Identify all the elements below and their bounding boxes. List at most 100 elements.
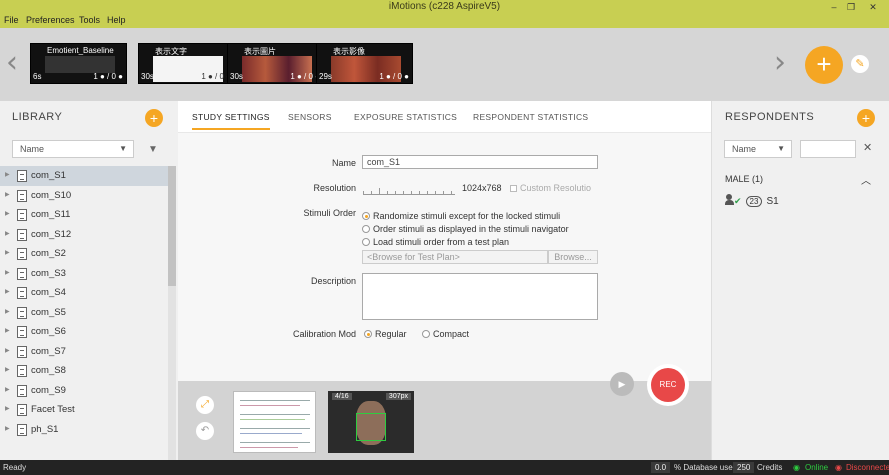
expand-arrow-icon[interactable]: ▶ [5, 191, 10, 198]
respondent-group-label[interactable]: MALE (1) [725, 174, 763, 184]
expand-arrow-icon[interactable]: ▶ [5, 425, 10, 432]
library-list: ▶ com_S1 ▶ com_S10 ▶ com_S11 ▶ com_S12 ▶ com_S2 ▶ c… [0, 166, 168, 439]
expand-icon[interactable]: ⤢ [196, 396, 214, 414]
expand-arrow-icon[interactable]: ▶ [5, 366, 10, 373]
order-randomize-radio[interactable]: Randomize stimuli except for the locked … [362, 211, 560, 221]
respondent-sort-select[interactable]: Name ▼ [724, 140, 792, 158]
study-document-icon [17, 248, 27, 260]
clear-search-icon[interactable]: ✕ [863, 141, 872, 154]
expand-arrow-icon[interactable]: ▶ [5, 386, 10, 393]
library-item[interactable]: ▶ com_S8 [0, 361, 168, 381]
library-item[interactable]: ▶ com_S4 [0, 283, 168, 303]
edit-pencil-icon[interactable]: ✎ [851, 55, 869, 73]
library-item[interactable]: ▶ com_S7 [0, 342, 168, 362]
library-item[interactable]: ▶ com_S5 [0, 303, 168, 323]
menu-preferences[interactable]: Preferences [26, 15, 75, 25]
expand-arrow-icon[interactable]: ▶ [5, 171, 10, 178]
radio-dot [364, 330, 372, 338]
restore-button[interactable]: ❐ [840, 0, 862, 14]
library-item-label: Facet Test [31, 404, 75, 415]
radio-dot [362, 212, 370, 220]
add-respondent-button[interactable]: + [857, 109, 875, 127]
resolution-slider[interactable] [363, 187, 455, 195]
expand-arrow-icon[interactable]: ▶ [5, 269, 10, 276]
tab-exposure-statistics[interactable]: EXPOSURE STATISTICS [354, 112, 457, 122]
undo-icon[interactable]: ↶ [196, 422, 214, 440]
expand-arrow-icon[interactable]: ▶ [5, 230, 10, 237]
filter-caret-icon[interactable]: ▼ [148, 144, 158, 155]
library-item[interactable]: ▶ com_S12 [0, 225, 168, 245]
name-input[interactable]: com_S1 [362, 155, 598, 169]
library-scrollbar[interactable] [168, 166, 176, 460]
stimulus-thumb[interactable]: 表示影像 29s 1 ● / 0 ● [316, 43, 413, 84]
library-item[interactable]: ▶ com_S6 [0, 322, 168, 342]
menu-tools[interactable]: Tools [79, 15, 100, 25]
stimulus-label: 表示圖片 [244, 47, 276, 56]
record-label: REC [651, 368, 685, 402]
description-label: Description [310, 276, 356, 286]
library-item[interactable]: ▶ ph_S1 [0, 420, 168, 440]
custom-resolution-checkbox[interactable]: Custom Resolutio [510, 183, 591, 193]
menu-help[interactable]: Help [107, 15, 126, 25]
record-button[interactable]: REC [647, 364, 689, 406]
menu-file[interactable]: File [4, 15, 19, 25]
library-item-label: com_S12 [31, 228, 72, 240]
stimulus-thumb[interactable]: 表示圖片 30s 1 ● / 0 ● [227, 43, 324, 84]
webcam-preview: 4/16 307px [328, 391, 414, 453]
study-document-icon [17, 189, 27, 202]
tab-study-settings[interactable]: STUDY SETTINGS [192, 112, 270, 130]
library-item-label: com_S1 [31, 170, 66, 181]
window-title: iMotions (c228 AspireV5) [388, 1, 501, 12]
library-item[interactable]: ▶ com_S2 [0, 244, 168, 264]
stimulus-duration: 30s [230, 72, 243, 81]
description-textarea[interactable] [362, 273, 598, 320]
close-button[interactable]: ✕ [862, 0, 884, 14]
scroll-right-icon[interactable]: › [774, 48, 786, 78]
status-text: Ready [3, 463, 27, 472]
library-item[interactable]: ▶ com_S1 [0, 166, 168, 186]
order-test-plan-radio[interactable]: Load stimuli order from a test plan [362, 237, 509, 247]
library-item[interactable]: ▶ com_S3 [0, 264, 168, 284]
library-item[interactable]: ▶ Facet Test [0, 400, 168, 420]
add-stimulus-button[interactable]: + [805, 46, 843, 84]
library-sort-select[interactable]: Name ▼ [12, 140, 134, 158]
play-icon[interactable]: ▶ [610, 372, 634, 396]
calibration-regular-radio[interactable]: Regular [364, 329, 407, 339]
stimulus-thumb[interactable]: Emotient_Baseline 6s 1 ● / 0 ● [30, 43, 127, 84]
expand-arrow-icon[interactable]: ▶ [5, 210, 10, 217]
disconnected-status: Disconnected [846, 463, 889, 472]
browse-button[interactable]: Browse... [548, 250, 598, 264]
stimulus-label: Emotient_Baseline [47, 46, 114, 55]
study-document-icon [17, 404, 27, 416]
library-item[interactable]: ▶ com_S9 [0, 381, 168, 401]
library-item[interactable]: ▶ com_S11 [0, 205, 168, 225]
tab-bar: STUDY SETTINGS SENSORS EXPOSURE STATISTI… [178, 101, 711, 133]
expand-arrow-icon[interactable]: ▶ [5, 249, 10, 256]
scroll-left-icon[interactable]: ‹ [6, 48, 18, 78]
camera-counter: 4/16 [332, 393, 352, 400]
chevron-up-icon[interactable]: ︿ [861, 172, 871, 187]
respondents-panel: RESPONDENTS + Name ▼ ✕ MALE (1) ︿ ✔ 23 S1 [711, 101, 889, 460]
test-plan-path-input[interactable]: <Browse for Test Plan> [362, 250, 548, 264]
expand-arrow-icon[interactable]: ▶ [5, 405, 10, 412]
respondent-age-badge: 23 [745, 196, 763, 207]
scrollbar-thumb[interactable] [168, 166, 176, 286]
expand-arrow-icon[interactable]: ▶ [5, 347, 10, 354]
study-panel: STUDY SETTINGS SENSORS EXPOSURE STATISTI… [178, 101, 711, 460]
expand-arrow-icon[interactable]: ▶ [5, 308, 10, 315]
order-navigator-radio[interactable]: Order stimuli as displayed in the stimul… [362, 224, 569, 234]
tab-respondent-statistics[interactable]: RESPONDENT STATISTICS [473, 112, 588, 122]
library-item[interactable]: ▶ com_S10 [0, 186, 168, 206]
stimulus-label: 表示文字 [155, 47, 187, 56]
add-study-button[interactable]: + [145, 109, 163, 127]
expand-arrow-icon[interactable]: ▶ [5, 288, 10, 295]
respondent-search-input[interactable] [800, 140, 856, 158]
tab-sensors[interactable]: SENSORS [288, 112, 332, 122]
expand-arrow-icon[interactable]: ▶ [5, 327, 10, 334]
radio-dot [362, 238, 370, 246]
status-bar: Ready 0.0 % Database used 250 Credits ◉ … [0, 460, 889, 475]
calibration-compact-radio[interactable]: Compact [422, 329, 469, 339]
calibration-label: Calibration Mod [292, 329, 356, 339]
respondent-row[interactable]: ✔ 23 S1 [725, 194, 779, 207]
stimulus-thumb[interactable]: 表示文字 30s 1 ● / 0 ● [138, 43, 235, 84]
